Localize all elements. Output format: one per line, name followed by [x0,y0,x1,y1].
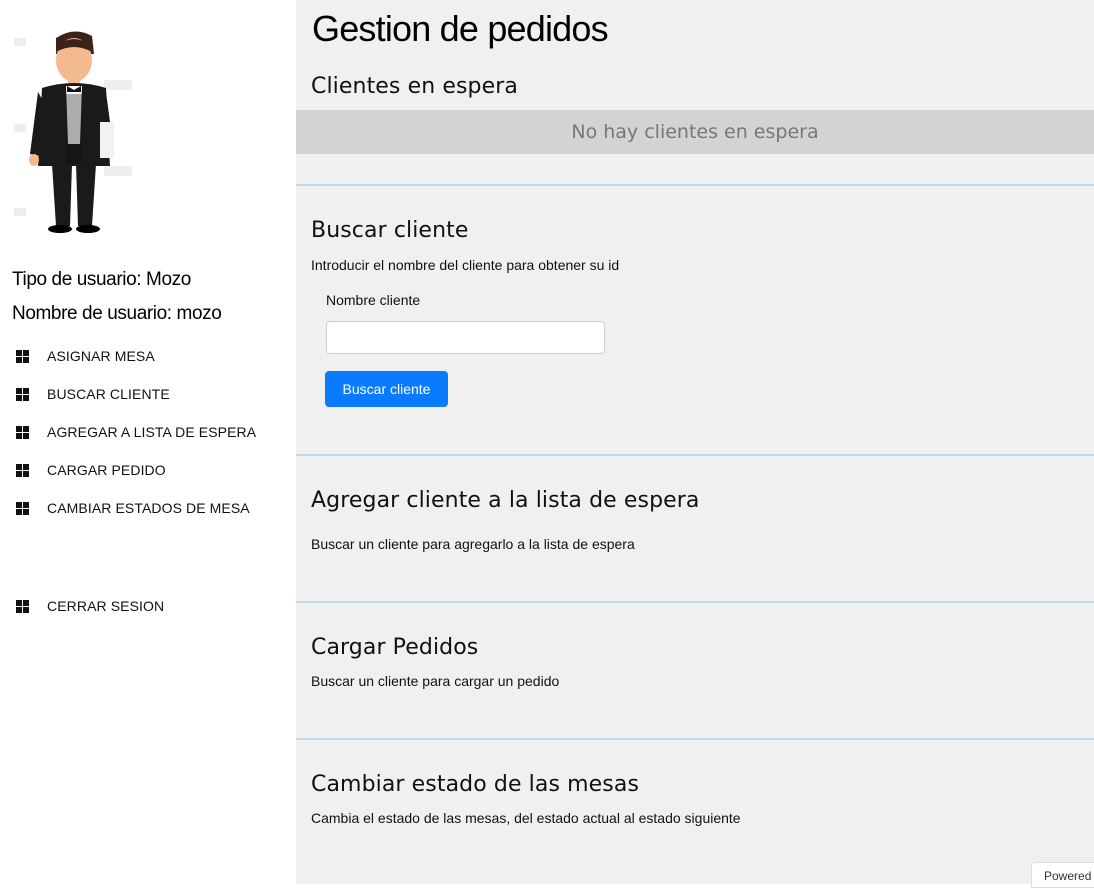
menu-item-label: CERRAR SESION [47,598,165,614]
tables-description: Cambia el estado de las mesas, del estad… [311,810,741,826]
tables-section-title: Cambiar estado de las mesas [311,772,640,797]
main-content: Gestion de pedidos Clientes en espera No… [296,0,1094,884]
menu-item-label: CARGAR PEDIDO [47,462,166,478]
waiting-empty-state: No hay clientes en espera [296,110,1094,154]
sidebar: Tipo de usuario: Mozo Nombre de usuario:… [0,0,296,884]
orders-description: Buscar un cliente para cargar un pedido [311,673,560,689]
grid-icon [16,501,29,515]
grid-icon [16,463,29,477]
powered-badge[interactable]: Powered [1031,862,1094,888]
orders-section-title: Cargar Pedidos [311,635,479,660]
menu-item-label: AGREGAR A LISTA DE ESPERA [47,424,257,440]
grid-icon [16,425,29,439]
add-waitlist-section-title: Agregar cliente a la lista de espera [311,488,700,513]
menu-item-label: BUSCAR CLIENTE [47,386,170,402]
menu-item-asignar-mesa[interactable]: ASIGNAR MESA [16,345,155,367]
menu-item-cargar-pedido[interactable]: CARGAR PEDIDO [16,459,166,481]
grid-icon [16,349,29,363]
section-divider [296,738,1094,740]
menu-item-cerrar-sesion[interactable]: CERRAR SESION [16,595,164,617]
waiter-avatar [14,31,132,233]
grid-icon [16,599,29,613]
menu-item-cambiar-estados-mesa[interactable]: CAMBIAR ESTADOS DE MESA [16,497,250,519]
add-waitlist-description: Buscar un cliente para agregarlo a la li… [311,536,635,552]
client-name-input[interactable] [326,321,605,354]
menu-item-buscar-cliente[interactable]: BUSCAR CLIENTE [16,383,170,405]
section-divider [296,184,1094,186]
menu-item-label: ASIGNAR MESA [47,348,155,364]
page-title: Gestion de pedidos [312,8,609,49]
client-name-label: Nombre cliente [326,292,421,308]
user-name-label: Nombre de usuario: mozo [12,303,222,324]
waiting-section-title: Clientes en espera [311,74,518,99]
menu-item-agregar-lista-espera[interactable]: AGREGAR A LISTA DE ESPERA [16,421,256,443]
search-section-title: Buscar cliente [311,218,469,243]
section-divider [296,454,1094,456]
menu-item-label: CAMBIAR ESTADOS DE MESA [47,500,250,516]
user-type-label: Tipo de usuario: Mozo [12,269,191,290]
section-divider [296,601,1094,603]
grid-icon [16,387,29,401]
search-description: Introducir el nombre del cliente para ob… [311,257,620,273]
search-client-button[interactable]: Buscar cliente [325,371,448,407]
